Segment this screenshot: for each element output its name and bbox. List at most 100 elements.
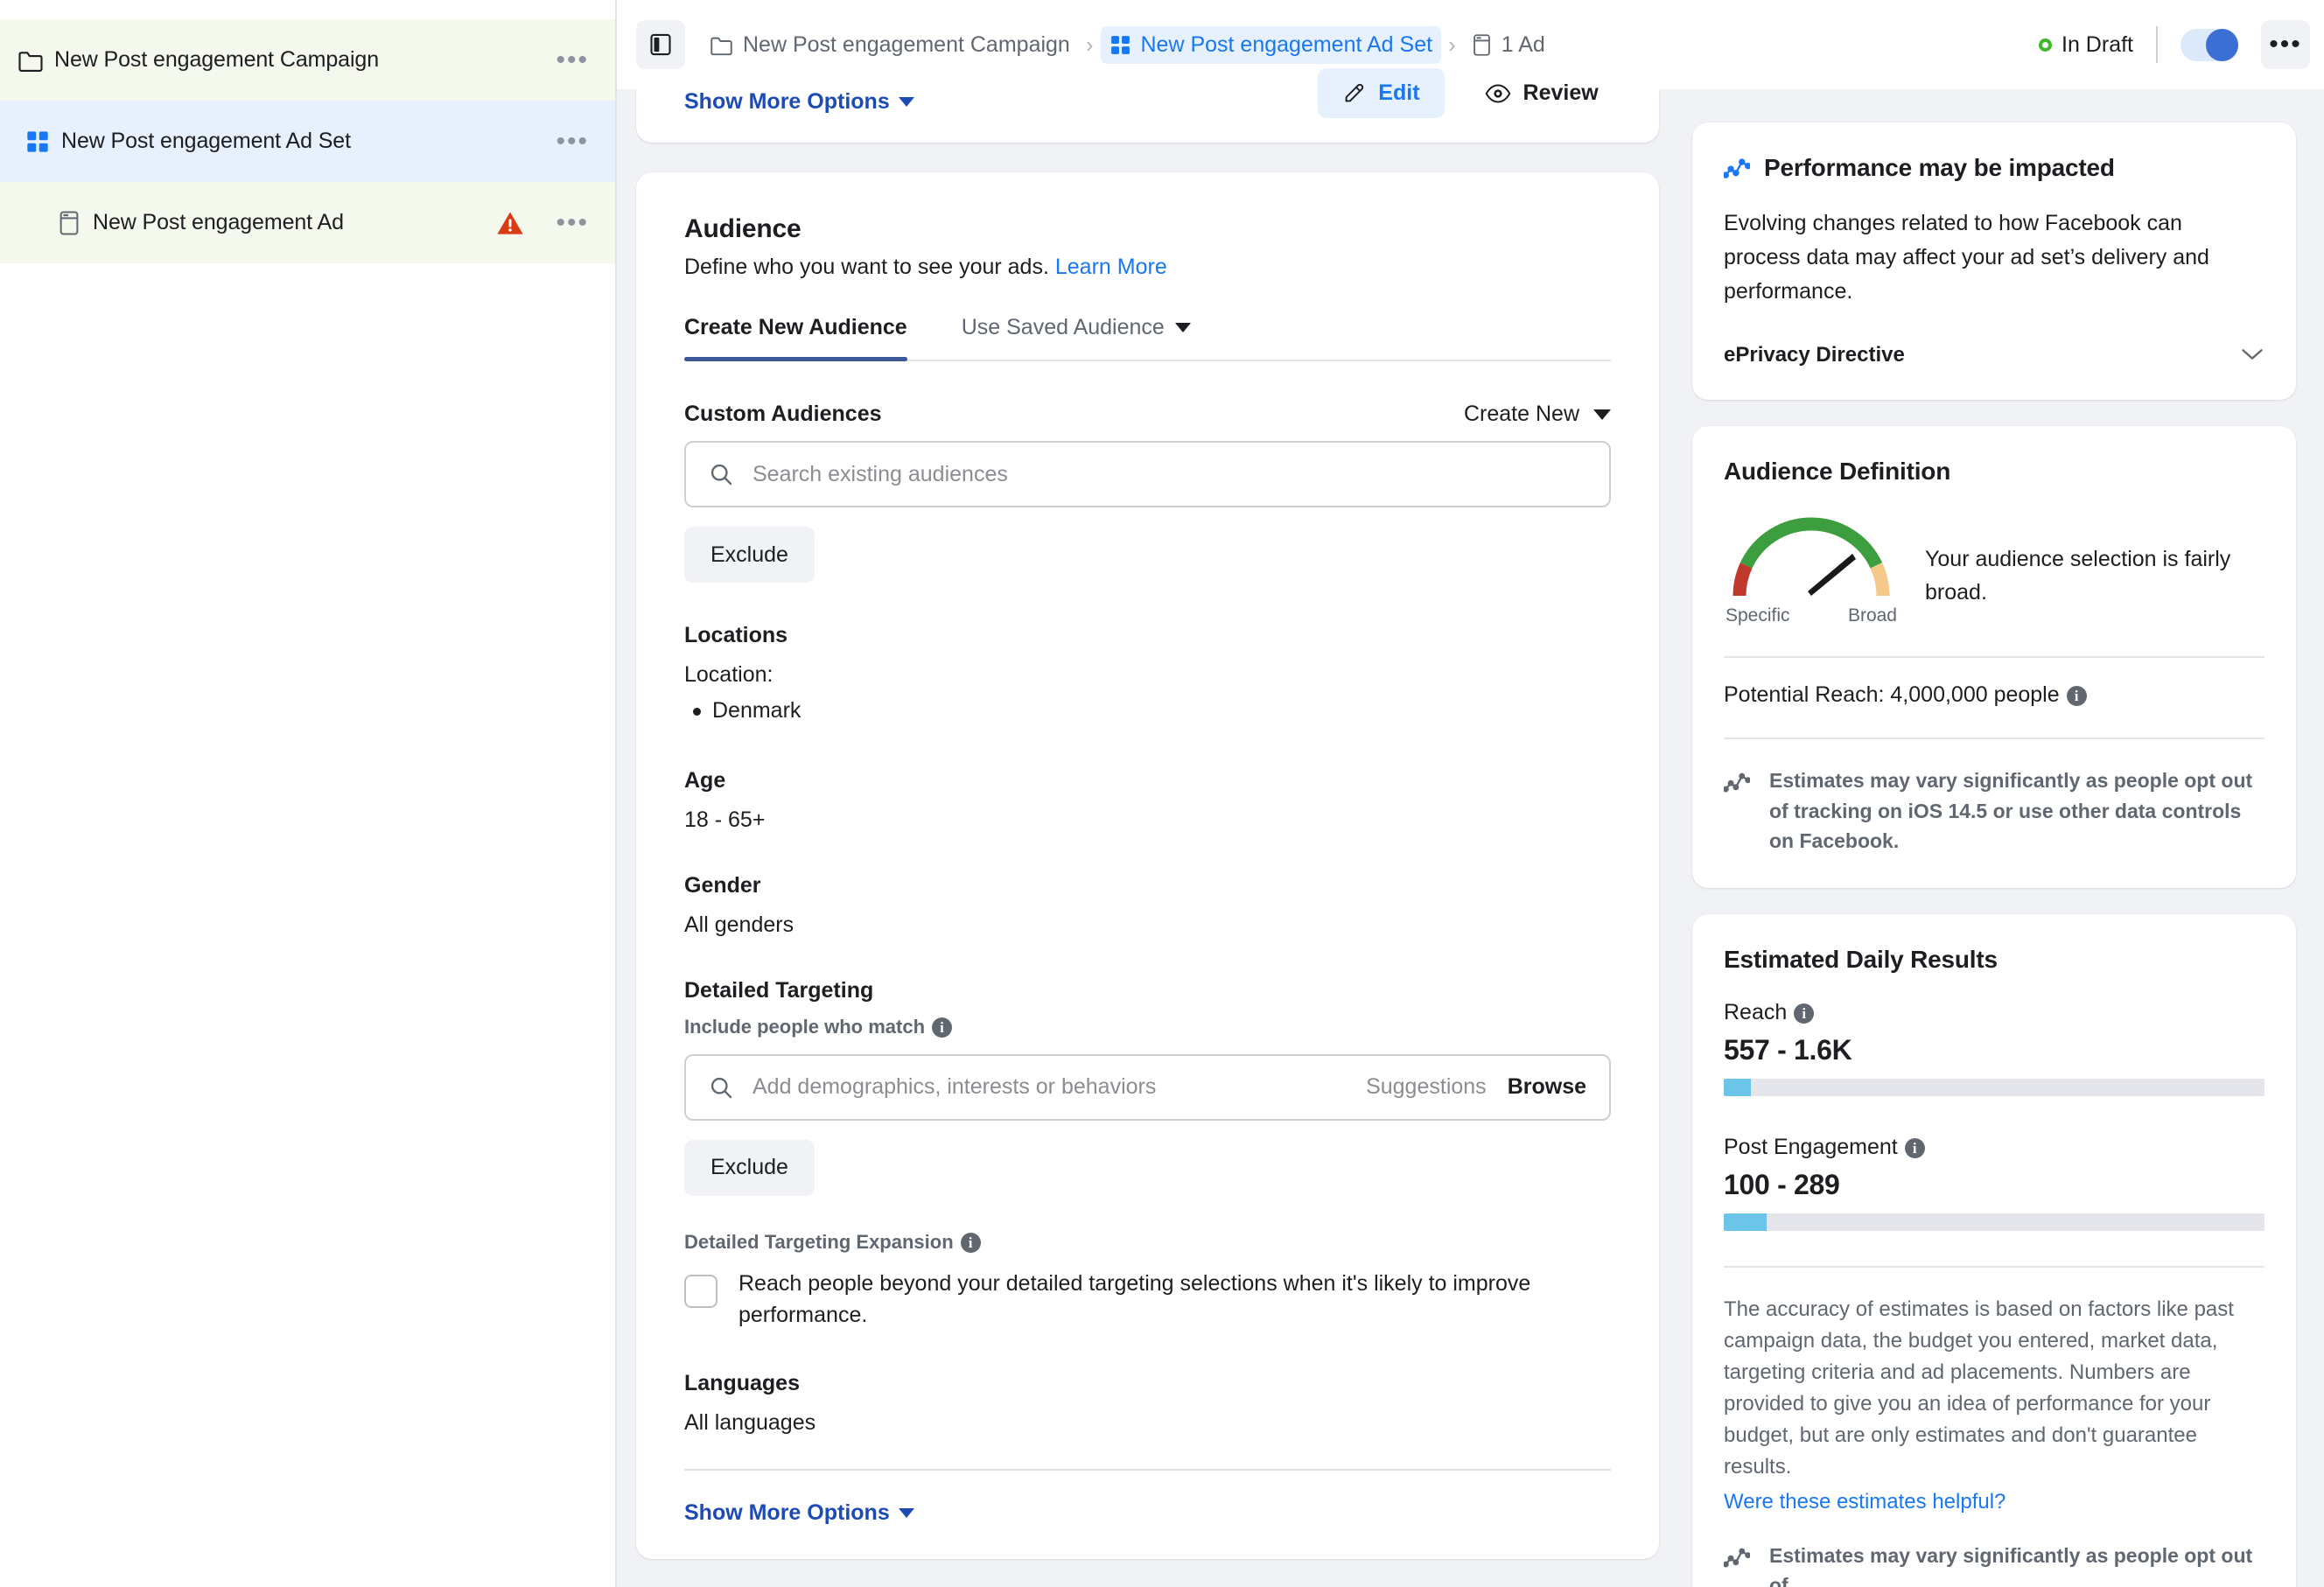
chevron-down-icon xyxy=(899,97,914,107)
audience-breadth-gauge: Specific Broad xyxy=(1724,508,1899,626)
detailed-targeting-exclude-button[interactable]: Exclude xyxy=(684,1140,815,1196)
audience-subtitle: Define who you want to see your ads. Lea… xyxy=(684,255,1611,280)
gender-title: Gender xyxy=(684,873,1611,898)
info-icon[interactable]: i xyxy=(2067,686,2087,706)
gauge-max-label: Broad xyxy=(1848,605,1897,626)
trend-chart-icon xyxy=(1724,766,1750,794)
targeting-expansion-block: Detailed Targeting Expansioni Reach peop… xyxy=(684,1231,1611,1332)
age-title: Age xyxy=(684,768,1611,794)
show-more-options-audience-link[interactable]: Show More Options xyxy=(684,1500,914,1526)
metric-post-engagement-label-row: Post Engagementi xyxy=(1724,1135,2264,1160)
audience-definition-card: Audience Definition xyxy=(1692,426,2296,888)
performance-impact-title: Performance may be impacted xyxy=(1764,154,2115,182)
tab-use-saved-audience[interactable]: Use Saved Audience xyxy=(962,315,1191,360)
chevron-down-icon xyxy=(899,1508,914,1518)
gauge-scale-labels: Specific Broad xyxy=(1724,605,1899,626)
eprivacy-directive-accordion[interactable]: ePrivacy Directive xyxy=(1724,341,2264,368)
custom-audiences-search-input[interactable]: Search existing audiences xyxy=(684,441,1611,507)
panel-toggle-icon[interactable] xyxy=(636,20,685,69)
create-new-audience-dropdown[interactable]: Create New xyxy=(1464,402,1611,427)
targeting-expansion-checkbox-label: Reach people beyond your detailed target… xyxy=(738,1268,1611,1332)
chevron-down-icon xyxy=(1175,323,1191,332)
adset-form-column: Show More Options Audience Define who yo… xyxy=(636,89,1659,1559)
locations-block: Locations Location: Denmark xyxy=(684,623,1611,728)
warning-triangle-icon[interactable] xyxy=(496,210,524,236)
targeting-expansion-checkbox-row[interactable]: Reach people beyond your detailed target… xyxy=(684,1268,1611,1332)
metric-reach-label: Reach xyxy=(1724,1000,1787,1024)
suggestions-button[interactable]: Suggestions xyxy=(1366,1074,1487,1100)
sidebar-item-adset[interactable]: New Post engagement Ad Set ••• xyxy=(0,101,615,182)
custom-audiences-exclude-button[interactable]: Exclude xyxy=(684,527,815,583)
estimates-helpful-link[interactable]: Were these estimates helpful? xyxy=(1724,1490,2006,1514)
sidebar-ad-kebab-icon[interactable]: ••• xyxy=(549,218,596,228)
content-area: Show More Options Audience Define who yo… xyxy=(617,89,2324,1587)
locations-title: Locations xyxy=(684,623,1611,648)
show-more-options-top-link[interactable]: Show More Options xyxy=(684,89,914,115)
tab-review[interactable]: Review xyxy=(1460,68,1623,118)
folder-icon xyxy=(710,34,733,56)
estimates-accuracy-text: The accuracy of estimates is based on fa… xyxy=(1724,1294,2264,1483)
breadcrumb-item-ads[interactable]: 1 Ad xyxy=(1463,26,1554,64)
breadcrumb-item-adset[interactable]: New Post engagement Ad Set xyxy=(1101,26,1442,64)
detailed-targeting-search-input[interactable]: Add demographics, interests or behaviors… xyxy=(684,1054,1611,1121)
tab-use-saved-audience-label: Use Saved Audience xyxy=(962,315,1165,340)
sidebar-item-label: New Post engagement Ad Set xyxy=(61,129,549,154)
gauge-svg xyxy=(1724,508,1899,603)
estimated-daily-results-card: Estimated Daily Results Reachi 557 - 1.6… xyxy=(1692,914,2296,1587)
info-icon[interactable]: i xyxy=(932,1017,952,1038)
sidebar-item-label: New Post engagement Campaign xyxy=(54,47,549,73)
eye-icon xyxy=(1485,83,1511,104)
performance-impact-body: Evolving changes related to how Facebook… xyxy=(1724,206,2264,308)
metric-post-engagement: Post Engagementi 100 - 289 xyxy=(1724,1135,2264,1231)
topbar-kebab-icon[interactable]: ••• xyxy=(2261,20,2310,69)
status-badge: In Draft xyxy=(2039,32,2133,58)
breadcrumb-label: New Post engagement Campaign xyxy=(743,32,1070,58)
breadcrumb-label: New Post engagement Ad Set xyxy=(1141,32,1433,58)
potential-reach-row: Potential Reach: 4,000,000 peoplei xyxy=(1724,682,2264,708)
detailed-targeting-actions: Suggestions Browse xyxy=(1366,1074,1586,1100)
grid-icon xyxy=(1110,34,1131,56)
tab-create-new-audience[interactable]: Create New Audience xyxy=(684,315,907,360)
toggle-knob xyxy=(2206,29,2238,61)
topbar-actions: In Draft ••• xyxy=(2039,20,2310,69)
custom-audiences-label: Custom Audiences xyxy=(684,402,882,427)
detailed-targeting-include-label-row: Include people who match i xyxy=(684,1016,1611,1038)
browse-button[interactable]: Browse xyxy=(1508,1074,1586,1100)
divider xyxy=(2156,26,2158,63)
audience-learn-more-link[interactable]: Learn More xyxy=(1055,255,1167,279)
audience-definition-note: Your audience selection is fairly broad. xyxy=(1925,508,2264,609)
adset-active-toggle[interactable] xyxy=(2180,29,2238,61)
tab-edit-label: Edit xyxy=(1378,80,1419,106)
sidebar-adset-kebab-icon[interactable]: ••• xyxy=(549,136,596,147)
detailed-targeting-search-placeholder: Add demographics, interests or behaviors xyxy=(752,1074,1347,1100)
status-label: In Draft xyxy=(2062,32,2133,58)
detailed-targeting-include-label: Include people who match xyxy=(684,1016,925,1038)
sidebar-item-campaign[interactable]: New Post engagement Campaign ••• xyxy=(0,19,615,101)
sidebar-campaign-kebab-icon[interactable]: ••• xyxy=(549,55,596,66)
targeting-expansion-label-row: Detailed Targeting Expansioni xyxy=(684,1231,1611,1254)
age-value: 18 - 65+ xyxy=(684,807,1611,833)
gauge-min-label: Specific xyxy=(1726,605,1790,626)
targeting-expansion-checkbox[interactable] xyxy=(684,1275,718,1308)
trend-chart-icon xyxy=(1724,1541,1750,1569)
search-icon xyxy=(709,1075,733,1100)
breadcrumb-item-campaign[interactable]: New Post engagement Campaign xyxy=(701,26,1079,64)
gender-value: All genders xyxy=(684,912,1611,938)
metric-post-engagement-bar xyxy=(1724,1213,2264,1231)
breadcrumb: New Post engagement Campaign › New Post … xyxy=(701,26,2039,64)
info-icon[interactable]: i xyxy=(961,1233,981,1253)
audience-definition-gauge-row: Specific Broad Your audience selection i… xyxy=(1724,508,2264,626)
detailed-targeting-block: Detailed Targeting Include people who ma… xyxy=(684,978,1611,1196)
languages-value: All languages xyxy=(684,1410,1611,1436)
breadcrumb-separator: › xyxy=(1086,31,1094,59)
breadcrumb-label: 1 Ad xyxy=(1502,32,1545,58)
tab-edit[interactable]: Edit xyxy=(1318,68,1444,118)
custom-audiences-header: Custom Audiences Create New xyxy=(684,402,1611,427)
ad-icon xyxy=(46,210,93,236)
languages-block: Languages All languages xyxy=(684,1371,1611,1436)
info-icon[interactable]: i xyxy=(1794,1003,1814,1024)
custom-audiences-search-placeholder: Search existing audiences xyxy=(752,462,1586,487)
info-icon[interactable]: i xyxy=(1905,1138,1925,1158)
sidebar-item-ad[interactable]: New Post engagement Ad ••• xyxy=(0,182,615,263)
audience-title: Audience xyxy=(684,214,1611,244)
